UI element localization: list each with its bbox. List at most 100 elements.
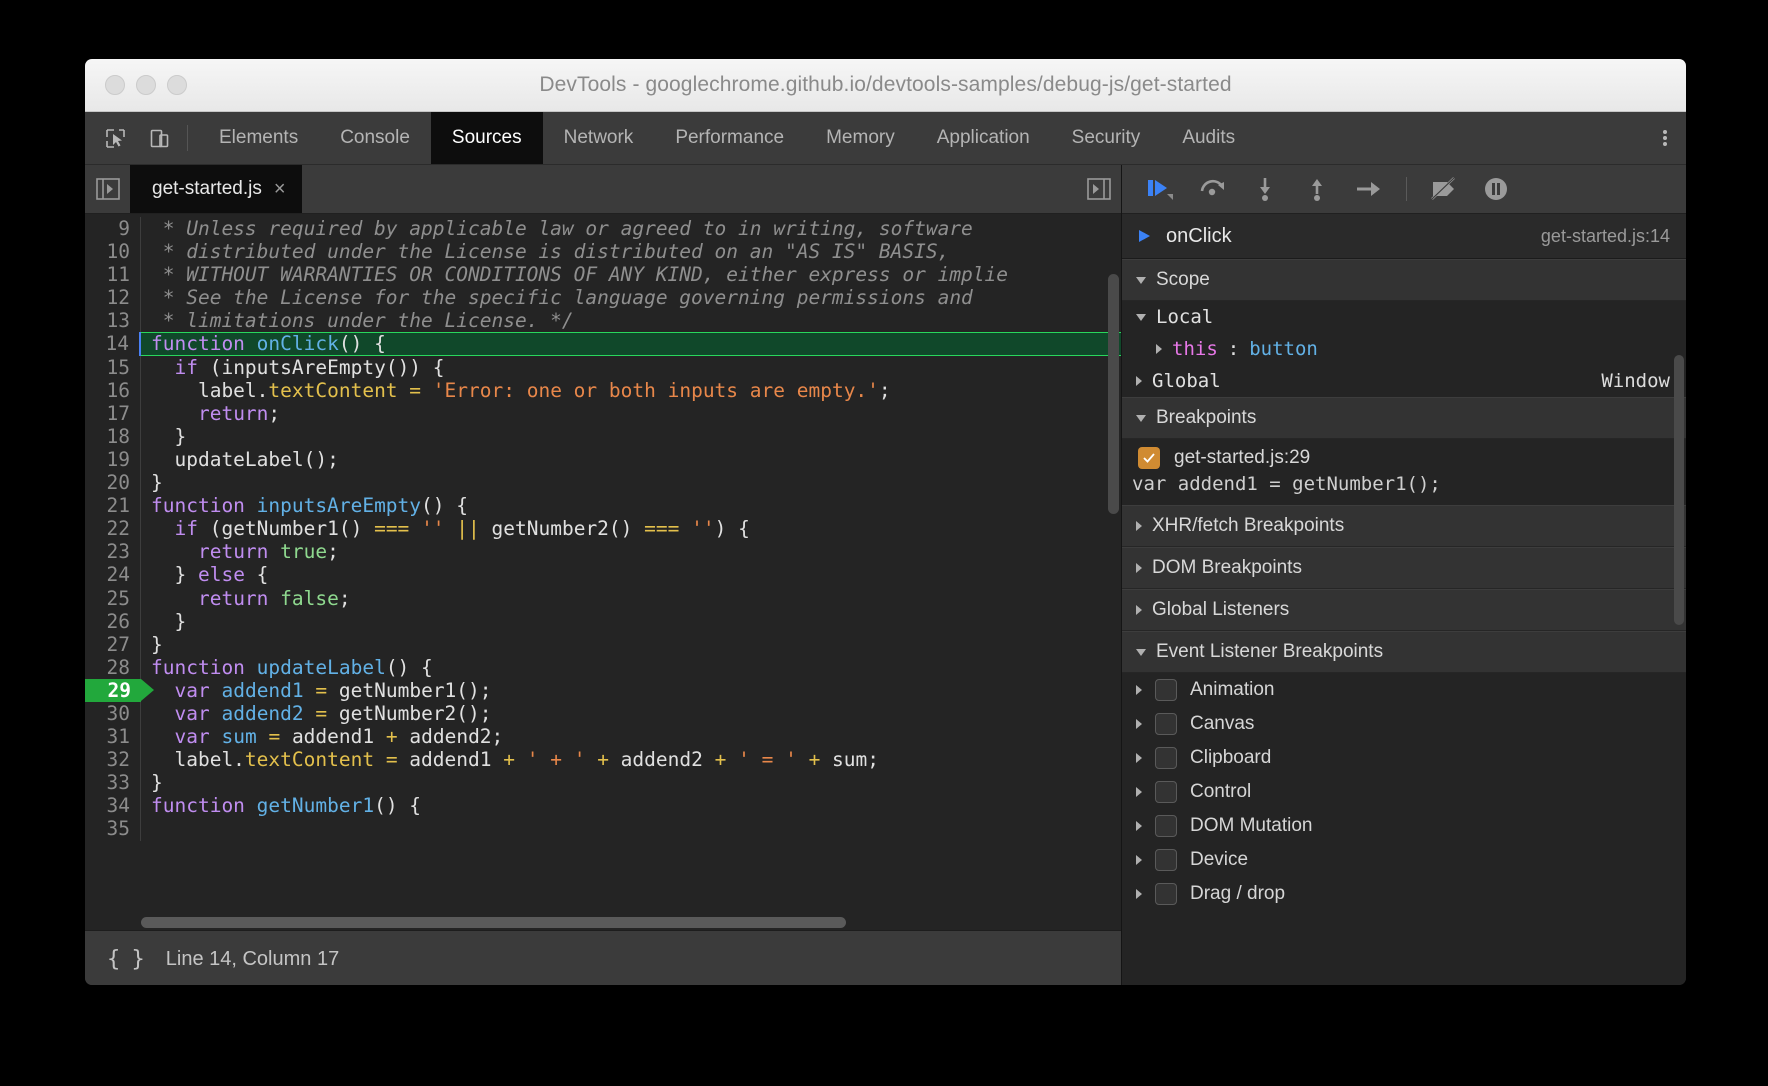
code-text[interactable]: var addend1 = getNumber1(); <box>141 679 1121 702</box>
tab-performance[interactable]: Performance <box>654 112 805 164</box>
code-text[interactable]: } <box>141 610 1121 633</box>
inspect-cursor-icon[interactable] <box>93 112 137 164</box>
line-number[interactable]: 9 <box>85 217 141 240</box>
event-listener-checkbox[interactable] <box>1155 781 1177 803</box>
code-line[interactable]: 18 } <box>85 425 1121 448</box>
code-text[interactable]: return true; <box>141 540 1121 563</box>
code-text[interactable]: updateLabel(); <box>141 448 1121 471</box>
line-number[interactable]: 15 <box>85 356 141 379</box>
event-listener-checkbox[interactable] <box>1155 679 1177 701</box>
code-text[interactable]: return; <box>141 402 1121 425</box>
code-line[interactable]: 34function getNumber1() { <box>85 794 1121 817</box>
line-number[interactable]: 29 <box>85 679 141 702</box>
code-line[interactable]: 21function inputsAreEmpty() { <box>85 494 1121 517</box>
code-text[interactable]: } <box>141 633 1121 656</box>
step-out-icon[interactable] <box>1292 165 1342 213</box>
event-listener-checkbox[interactable] <box>1155 747 1177 769</box>
code-line-executing[interactable]: 14function onClick() { <box>85 332 1121 355</box>
tab-security[interactable]: Security <box>1051 112 1162 164</box>
pause-on-exceptions-icon[interactable] <box>1471 165 1521 213</box>
code-text[interactable]: label.textContent = addend1 + ' + ' + ad… <box>141 748 1121 771</box>
tab-console[interactable]: Console <box>319 112 431 164</box>
code-text[interactable]: * Unless required by applicable law or a… <box>141 217 1121 240</box>
code-line[interactable]: 9 * Unless required by applicable law or… <box>85 217 1121 240</box>
more-options-icon[interactable] <box>1644 112 1686 164</box>
line-number[interactable]: 33 <box>85 771 141 794</box>
code-line[interactable]: 26 } <box>85 610 1121 633</box>
line-number[interactable]: 17 <box>85 402 141 425</box>
code-line[interactable]: 28function updateLabel() { <box>85 656 1121 679</box>
minimize-window-button[interactable] <box>136 75 156 95</box>
line-number[interactable]: 24 <box>85 563 141 586</box>
breakpoint-checkbox[interactable] <box>1138 447 1160 469</box>
code-text[interactable]: if (inputsAreEmpty()) { <box>141 356 1121 379</box>
code-line[interactable]: 31 var sum = addend1 + addend2; <box>85 725 1121 748</box>
code-line[interactable]: 30 var addend2 = getNumber2(); <box>85 702 1121 725</box>
code-text[interactable]: } <box>141 471 1121 494</box>
tab-audits[interactable]: Audits <box>1161 112 1256 164</box>
code-line[interactable]: 23 return true; <box>85 540 1121 563</box>
line-number[interactable]: 16 <box>85 379 141 402</box>
code-text[interactable]: * WITHOUT WARRANTIES OR CONDITIONS OF AN… <box>141 263 1121 286</box>
line-number[interactable]: 35 <box>85 817 141 840</box>
code-line[interactable]: 32 label.textContent = addend1 + ' + ' +… <box>85 748 1121 771</box>
line-number[interactable]: 32 <box>85 748 141 771</box>
code-line[interactable]: 15 if (inputsAreEmpty()) { <box>85 356 1121 379</box>
tab-elements[interactable]: Elements <box>198 112 319 164</box>
code-line[interactable]: 19 updateLabel(); <box>85 448 1121 471</box>
line-number[interactable]: 18 <box>85 425 141 448</box>
tab-network[interactable]: Network <box>543 112 655 164</box>
editor-vertical-scrollbar[interactable] <box>1108 274 1119 514</box>
event-listener-checkbox[interactable] <box>1155 849 1177 871</box>
line-number[interactable]: 13 <box>85 309 141 332</box>
step-into-icon[interactable] <box>1240 165 1290 213</box>
close-window-button[interactable] <box>105 75 125 95</box>
code-text[interactable]: var addend2 = getNumber2(); <box>141 702 1121 725</box>
code-text[interactable]: label.textContent = 'Error: one or both … <box>141 379 1121 402</box>
scope-group-global[interactable]: GlobalWindow <box>1122 365 1686 397</box>
tab-memory[interactable]: Memory <box>805 112 916 164</box>
code-text[interactable]: return false; <box>141 587 1121 610</box>
line-number[interactable]: 34 <box>85 794 141 817</box>
line-number[interactable]: 26 <box>85 610 141 633</box>
code-line[interactable]: 10 * distributed under the License is di… <box>85 240 1121 263</box>
code-text[interactable]: * distributed under the License is distr… <box>141 240 1121 263</box>
code-text[interactable]: } <box>141 771 1121 794</box>
code-line[interactable]: 25 return false; <box>85 587 1121 610</box>
zoom-window-button[interactable] <box>167 75 187 95</box>
event-listener-checkbox[interactable] <box>1155 713 1177 735</box>
breakpoints-section-header[interactable]: Breakpoints <box>1122 397 1686 439</box>
scope-variable-this[interactable]: this: button <box>1122 333 1686 365</box>
code-text[interactable]: * limitations under the License. */ <box>141 309 1121 332</box>
line-number[interactable]: 25 <box>85 587 141 610</box>
code-line[interactable]: 24 } else { <box>85 563 1121 586</box>
line-number[interactable]: 21 <box>85 494 141 517</box>
code-text[interactable]: function getNumber1() { <box>141 794 1121 817</box>
step-icon[interactable] <box>1344 165 1394 213</box>
code-line[interactable]: 17 return; <box>85 402 1121 425</box>
event-listener-checkbox[interactable] <box>1155 883 1177 905</box>
code-editor[interactable]: 9 * Unless required by applicable law or… <box>85 214 1121 930</box>
line-number[interactable]: 10 <box>85 240 141 263</box>
show-navigator-icon[interactable] <box>85 165 130 213</box>
code-text[interactable]: function onClick() { <box>141 332 1121 355</box>
event-listener-breakpoints-header[interactable]: Event Listener Breakpoints <box>1122 631 1686 673</box>
resume-icon[interactable] <box>1136 165 1186 213</box>
breakpoint-item[interactable]: get-started.js:29var addend1 = getNumber… <box>1122 439 1686 505</box>
tab-application[interactable]: Application <box>916 112 1051 164</box>
line-number[interactable]: 28 <box>85 656 141 679</box>
line-number[interactable]: 19 <box>85 448 141 471</box>
line-number[interactable]: 11 <box>85 263 141 286</box>
event-listener-row-clipboard[interactable]: Clipboard <box>1122 741 1686 775</box>
debugger-vertical-scrollbar[interactable] <box>1674 355 1684 625</box>
line-number[interactable]: 12 <box>85 286 141 309</box>
code-line[interactable]: 27} <box>85 633 1121 656</box>
breakpoint-location[interactable]: get-started.js:29 <box>1174 447 1310 469</box>
event-listener-row-dom-mutation[interactable]: DOM Mutation <box>1122 809 1686 843</box>
device-toolbar-icon[interactable] <box>137 112 181 164</box>
code-text[interactable]: * See the License for the specific langu… <box>141 286 1121 309</box>
line-number[interactable]: 20 <box>85 471 141 494</box>
code-line[interactable]: 20} <box>85 471 1121 494</box>
section-header-global-listeners[interactable]: Global Listeners <box>1122 589 1686 631</box>
line-number[interactable]: 27 <box>85 633 141 656</box>
